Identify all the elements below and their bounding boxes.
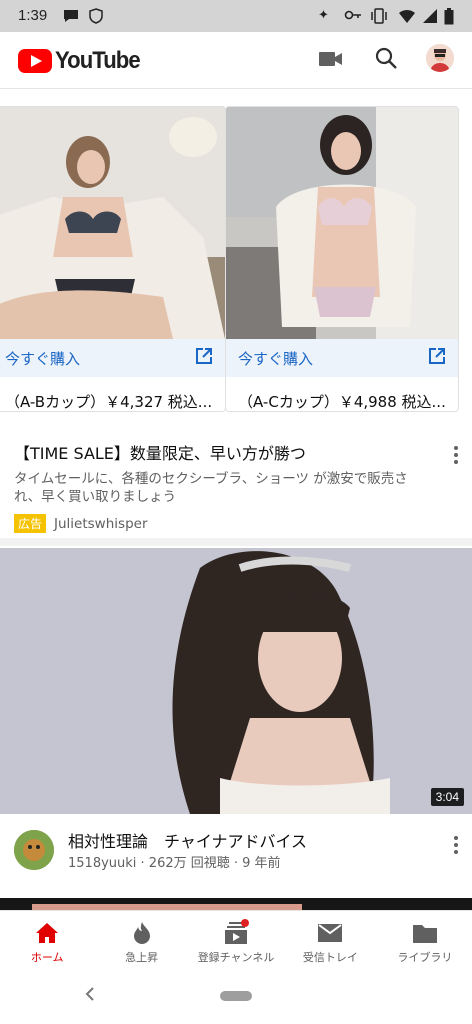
video-more-options-icon[interactable]	[454, 836, 458, 854]
video-thumbnail[interactable]: 3:04	[0, 548, 472, 814]
account-avatar[interactable]	[426, 44, 454, 72]
key-icon	[344, 8, 362, 26]
video-camera-icon[interactable]	[319, 50, 343, 72]
tab-trending[interactable]: 急上昇	[94, 911, 188, 969]
message-icon	[62, 8, 80, 28]
ad-product-card[interactable]: 今すぐ購入 （A-Cカップ）￥4,988 税込...	[225, 106, 459, 412]
buy-now-label: 今すぐ購入	[5, 349, 81, 368]
tab-label: ライブラリ	[397, 951, 453, 964]
vibrate-icon	[370, 8, 388, 28]
tab-label: 登録チャンネル	[197, 951, 275, 964]
shield-icon	[88, 8, 104, 28]
buy-now-button[interactable]: 今すぐ購入	[0, 339, 225, 377]
youtube-logo[interactable]: YouTube	[18, 47, 147, 75]
ad-product-card[interactable]: 今すぐ購入 （A-Bカップ）￥4,327 税込...	[0, 106, 226, 412]
flame-icon	[132, 921, 152, 945]
tab-label: ホーム	[30, 951, 64, 964]
buy-now-label: 今すぐ購入	[238, 349, 314, 368]
status-time: 1:39	[18, 7, 48, 24]
signal-icon	[422, 8, 438, 28]
wifi-icon	[398, 8, 416, 28]
notification-dot	[240, 919, 249, 927]
battery-icon	[444, 8, 454, 29]
external-link-icon	[428, 347, 446, 369]
product-caption: （A-Cカップ）￥4,988 税込...	[238, 393, 446, 411]
home-gesture-pill[interactable]	[220, 991, 252, 1001]
advertiser-name: Julietswhisper	[54, 515, 148, 532]
ad-description: タイムセールに、各種のセクシーブラ、ショーツ が激安で販売され、早く買い取りまし…	[14, 471, 408, 505]
video-info[interactable]: 相対性理論 チャイナアドバイス 1518yuuki · 262万 回視聴 · 9…	[0, 826, 472, 896]
back-chevron-icon[interactable]	[84, 986, 96, 1007]
ad-badge: 広告	[14, 514, 47, 533]
search-icon[interactable]	[374, 46, 398, 74]
bottom-navigation: ホーム 急上昇 登録チャンネル 受信トレイ ライブラリ	[0, 910, 472, 969]
external-link-icon	[195, 347, 213, 369]
home-feed[interactable]: 今すぐ購入 （A-Bカップ）￥4,327 税込... 今すぐ購入 （A-Cカップ…	[0, 90, 472, 916]
ad-title: 【TIME SALE】数量限定、早い方が勝つ	[14, 444, 306, 463]
ad-details[interactable]: 【TIME SALE】数量限定、早い方が勝つ タイムセールに、各種のセクシーブラ…	[14, 440, 434, 533]
buy-now-button[interactable]: 今すぐ購入	[226, 339, 458, 377]
tab-label: 受信トレイ	[302, 951, 358, 964]
tab-home[interactable]: ホーム	[0, 911, 94, 969]
video-duration: 3:04	[430, 788, 464, 806]
folder-icon	[412, 921, 437, 945]
ad-more-options-icon[interactable]	[454, 446, 458, 464]
star-icon: ✦	[318, 8, 329, 23]
tab-label: 急上昇	[125, 951, 159, 964]
channel-avatar[interactable]	[14, 830, 54, 870]
video-meta: 1518yuuki · 262万 回視聴 · 9 年前	[68, 856, 281, 871]
tab-library[interactable]: ライブラリ	[378, 911, 472, 969]
mail-icon	[318, 921, 343, 945]
youtube-play-icon	[18, 49, 52, 73]
product-image[interactable]	[0, 107, 225, 339]
tab-subscriptions[interactable]: 登録チャンネル	[189, 911, 283, 969]
home-icon	[35, 921, 59, 945]
product-image[interactable]	[226, 107, 458, 339]
product-caption: （A-Bカップ）￥4,327 税込...	[5, 393, 213, 411]
tab-inbox[interactable]: 受信トレイ	[283, 911, 377, 969]
app-header: YouTube	[0, 32, 472, 89]
logo-text: YouTube	[55, 47, 141, 74]
status-bar: 1:39 ✦	[0, 0, 472, 32]
system-navigation-bar	[0, 968, 472, 1024]
divider	[0, 538, 472, 546]
video-title: 相対性理論 チャイナアドバイス	[68, 832, 308, 851]
